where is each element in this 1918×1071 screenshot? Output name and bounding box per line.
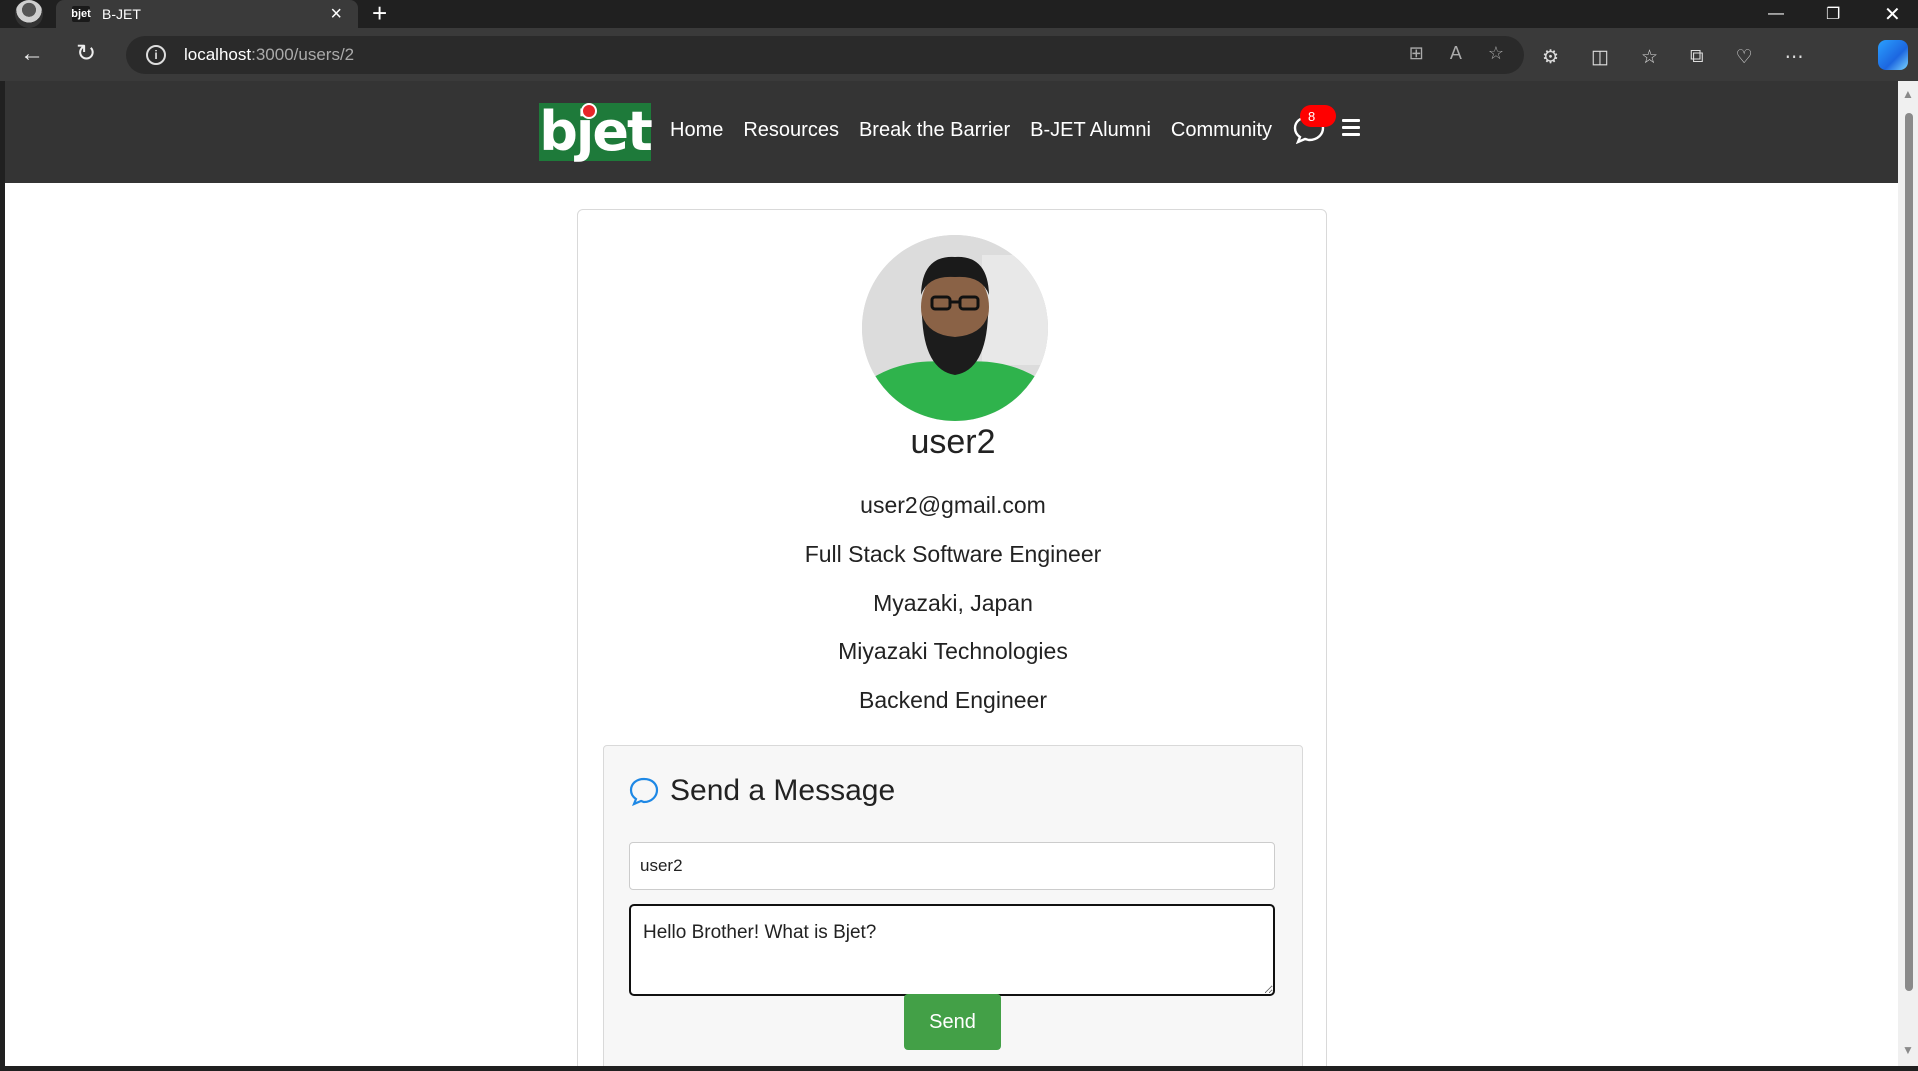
send-button[interactable]: Send [904,994,1001,1050]
copilot-icon[interactable] [1878,40,1908,70]
profile-card: user2 user2@gmail.com Full Stack Softwar… [577,209,1327,1066]
split-screen-icon[interactable]: ◫ [1591,46,1609,69]
page-viewport: bjet Home Resources Break the Barrier B-… [5,81,1898,1066]
address-bar[interactable]: i localhost:3000/users/2 ⊞ A ☆ [126,36,1524,74]
reload-icon[interactable]: ↻ [76,40,96,68]
browser-window: bjet B-JET × + — ❐ ✕ ← ↻ i localhost:300… [0,0,1918,1071]
new-tab-icon[interactable]: + [372,0,387,26]
page-scrollbar[interactable]: ▲ ▼ [1898,81,1918,1066]
minimize-icon[interactable]: — [1768,0,1784,28]
browser-profile-avatar[interactable] [12,0,46,28]
scroll-thumb[interactable] [1905,113,1913,991]
recipient-input[interactable] [629,842,1275,890]
profile-title: Full Stack Software Engineer [804,541,1102,567]
site-navbar: bjet Home Resources Break the Barrier B-… [5,81,1898,183]
send-message-panel: Send a Message Hello Brother! What is Bj… [603,745,1303,1066]
info-icon[interactable]: i [146,45,166,65]
nav-home[interactable]: Home [670,119,723,142]
bjet-logo[interactable]: bjet [539,103,653,161]
profile-email: user2@gmail.com [860,492,1046,518]
nav-community[interactable]: Community [1171,119,1272,142]
send-message-heading: Send a Message [670,774,896,807]
hamburger-icon[interactable] [1342,119,1360,140]
profile-company: Miyazaki Technologies [838,638,1068,664]
url-text[interactable]: localhost:3000/users/2 [184,45,354,65]
profile-username: user2 [910,423,996,461]
nav-resources[interactable]: Resources [743,119,839,142]
tab-strip: bjet B-JET × + — ❐ ✕ [0,0,1918,28]
extensions-icon[interactable]: ⚙ [1542,46,1559,69]
scroll-down-icon[interactable]: ▼ [1902,1043,1914,1057]
favorite-star-icon[interactable]: ☆ [1488,43,1504,64]
message-count-badge: 8 [1300,105,1336,127]
browser-essentials-icon[interactable]: ♡ [1736,46,1753,69]
nav-break-the-barrier[interactable]: Break the Barrier [859,119,1010,142]
restore-icon[interactable]: ❐ [1826,0,1840,28]
profile-avatar [862,235,1048,421]
profile-location: Myazaki, Japan [873,590,1033,616]
app-available-icon[interactable]: ⊞ [1409,43,1424,64]
tab-favicon: bjet [71,6,91,22]
tab-close-icon[interactable]: × [330,4,342,24]
nav-bjet-alumni[interactable]: B-JET Alumni [1030,119,1151,142]
message-body-textarea[interactable]: Hello Brother! What is Bjet? [629,904,1275,996]
read-aloud-icon[interactable]: A [1450,43,1462,64]
speech-bubble-icon [629,777,659,806]
tab-title: B-JET [102,6,141,22]
collections-icon[interactable]: ⧉ [1690,46,1704,69]
profile-role: Backend Engineer [859,687,1047,713]
browser-tab[interactable]: bjet B-JET × [56,0,358,28]
browser-toolbar: ← ↻ i localhost:3000/users/2 ⊞ A ☆ ⚙ ◫ ☆… [0,28,1918,81]
back-icon[interactable]: ← [20,40,44,68]
favorites-icon[interactable]: ☆ [1641,46,1658,69]
window-close-icon[interactable]: ✕ [1884,0,1901,28]
scroll-up-icon[interactable]: ▲ [1902,87,1914,101]
more-icon[interactable]: ⋯ [1785,46,1804,69]
